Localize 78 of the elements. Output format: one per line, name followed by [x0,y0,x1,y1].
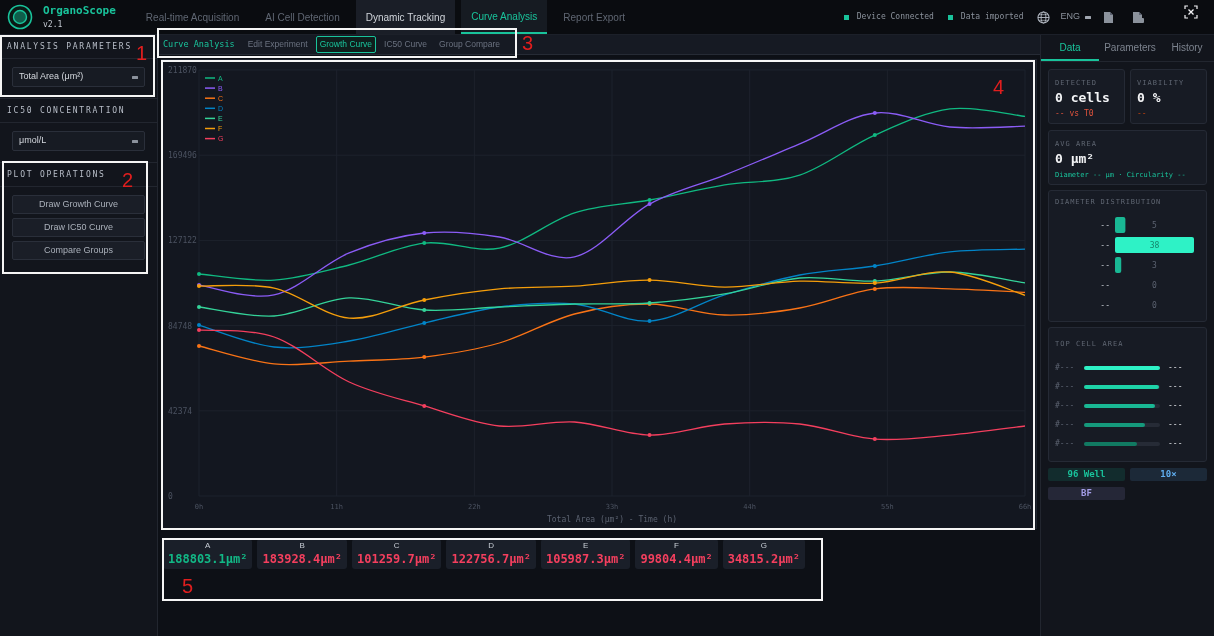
globe-icon[interactable] [1037,10,1051,24]
tag: BF [1048,487,1125,500]
annotation-number: 3 [522,32,534,54]
section-title: PLOT OPERATIONS [7,168,106,181]
action-button[interactable]: Draw Growth Curve [12,195,145,214]
readout-label: B [299,541,305,551]
panel-tab[interactable]: History [1161,35,1213,61]
dash-icon [132,139,138,143]
action-button[interactable]: Compare Groups [12,241,145,260]
readout-value: 183928.4μm² [262,551,342,567]
rank-value: --- [1168,437,1183,450]
dash-icon [132,75,138,79]
sub-tab[interactable]: Edit Experiment [243,36,312,53]
nav-tab[interactable]: Curve Analysis [461,0,548,34]
dropdown[interactable]: μmol/L [12,131,145,151]
panel-tab[interactable]: Parameters [1099,35,1161,61]
axis-title: Total Area (μm²) - Time (h) [547,515,677,524]
language-label[interactable]: ENG [1060,10,1080,24]
rank-label: #--- [1055,399,1076,412]
rank-label: #--- [1055,361,1076,374]
tag: 96 Well [1048,468,1125,481]
section-title: ANALYSIS PARAMETERS [7,40,132,53]
annotation-number: 5 [182,575,194,597]
readout-label: F [674,541,679,551]
section-title: IC50 CONCENTRATION [7,104,126,117]
dropdown[interactable]: Total Area (μm²) [12,67,145,87]
panel-tab[interactable]: Data [1041,35,1099,61]
axis-tick-label: 84748 [168,321,193,331]
file-icon[interactable] [1104,11,1113,23]
readout-label: E [583,541,589,551]
readout-value: 105987.3μm² [545,551,626,567]
stat-value: 0 % [1137,90,1162,106]
rank-label: #--- [1055,418,1076,431]
readout-label: G [760,541,767,551]
nav-tab[interactable]: Real-time Acquisition [135,9,250,25]
tag: 10× [1130,468,1207,481]
sub-tab[interactable]: Growth Curve [315,36,377,53]
rank-label: #--- [1055,380,1076,393]
dash-icon [1085,15,1091,19]
rank-value: --- [1168,399,1183,412]
annotation-number: 2 [122,169,134,191]
sub-tab[interactable]: Group Compare [435,36,505,53]
rank-label: #--- [1055,437,1076,450]
stat-value: 0 cells [1055,90,1111,106]
readout-value: 188803.1μm² [168,551,248,567]
axis-tick-label: 127122 [168,236,197,246]
annotation-number: 1 [136,42,148,64]
nav-tab[interactable]: Dynamic Tracking [355,0,456,34]
readout-value: 122756.7μm² [451,551,531,567]
status-label: Device Connected [856,11,934,23]
readout-value: 99804.4μm² [640,551,713,567]
axis-tick-label: 169496 [168,151,197,161]
nav-tab[interactable]: AI Cell Detection [255,9,350,25]
axis-tick-label: 211870 [168,66,197,75]
dropdown-value: μmol/L [19,134,47,148]
readout-label: A [205,541,211,551]
logo-icon [7,4,33,30]
section-heading: Curve Analysis [163,38,235,51]
app-version: v2.1 [43,21,64,29]
readout-value: 101259.7μm² [356,551,437,567]
rank-value: --- [1168,380,1183,393]
stat-note: -- [1137,109,1148,119]
readout-value: 34815.2μm² [727,551,800,567]
close-icon[interactable] [1184,5,1198,19]
stat-value: 0 μm² [1055,151,1096,167]
readout-label: C [393,541,400,551]
status-label: Data imported [960,11,1024,23]
dropdown-value: Total Area (μm²) [19,70,84,84]
rank-value: --- [1168,418,1183,431]
stat-note: -- vs T0 [1055,109,1095,119]
readout-label: D [488,541,495,551]
annotation-number: 4 [993,76,1005,98]
action-button[interactable]: Draw IC50 Curve [12,218,145,237]
app-name: OrganoScope [43,5,116,16]
rank-value: --- [1168,361,1183,374]
axis-tick-label: 42374 [168,406,193,416]
sub-tab[interactable]: IC50 Curve [380,36,432,53]
file-icon[interactable] [1133,11,1144,23]
